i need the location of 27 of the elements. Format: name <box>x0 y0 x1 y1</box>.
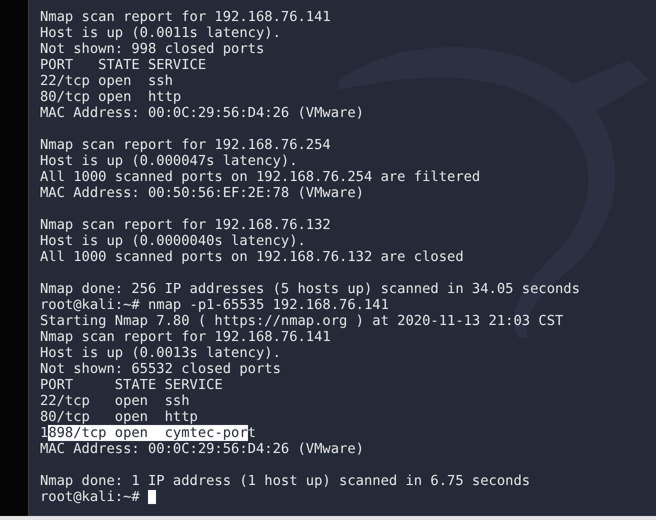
terminal-line: Not shown: 65532 closed ports <box>40 361 281 377</box>
terminal-line: Host is up (0.0013s latency). <box>40 345 281 361</box>
shell-prompt: root@kali:~# <box>40 489 140 505</box>
terminal-line: Nmap scan report for 192.168.76.254 <box>40 137 331 153</box>
terminal-line: MAC Address: 00:50:56:EF:2E:78 (VMware) <box>40 185 364 201</box>
terminal-line: Not shown: 998 closed ports <box>40 41 264 57</box>
terminal-line: Nmap scan report for 192.168.76.141 <box>40 9 331 25</box>
terminal-line: Host is up (0.0000040s latency). <box>40 233 306 249</box>
terminal-line: Nmap scan report for 192.168.76.132 <box>40 217 331 233</box>
terminal-line: Starting Nmap 7.80 ( https://nmap.org ) at 2020-11-13 21:03 CST <box>40 313 564 329</box>
terminal-line: Nmap done: 256 IP addresses (5 hosts up) scanned in 34.05 seconds <box>40 281 580 297</box>
terminal-line: Host is up (0.0011s latency). <box>40 25 281 41</box>
terminal-line: 80/tcp open http <box>40 89 182 105</box>
terminal-line: 22/tcp open ssh <box>40 73 173 89</box>
terminal-line: PORT STATE SERVICE <box>40 377 223 393</box>
terminal-line: Host is up (0.000047s latency). <box>40 153 298 169</box>
terminal-line: PORT STATE SERVICE <box>40 57 206 73</box>
terminal-line: Nmap done: 1 IP address (1 host up) scanned in 6.75 seconds <box>40 473 530 489</box>
terminal-line: MAC Address: 00:0C:29:56:D4:26 (VMware) <box>40 441 364 457</box>
terminal-line: MAC Address: 00:0C:29:56:D4:26 (VMware) <box>40 105 364 121</box>
terminal-line: All 1000 scanned ports on 192.168.76.254 are filtered <box>40 169 480 185</box>
terminal-line: 22/tcp open ssh <box>40 393 190 409</box>
terminal-line: Nmap scan report for 192.168.76.141 <box>40 329 331 345</box>
terminal-line: All 1000 scanned ports on 192.168.76.132 are closed <box>40 249 464 265</box>
terminal-line: root@kali:~# nmap -p1-65535 192.168.76.141 <box>40 297 389 313</box>
terminal-line: 80/tcp open http <box>40 409 198 425</box>
terminal-line: 1898/tcp open cymtec-port <box>40 425 256 441</box>
